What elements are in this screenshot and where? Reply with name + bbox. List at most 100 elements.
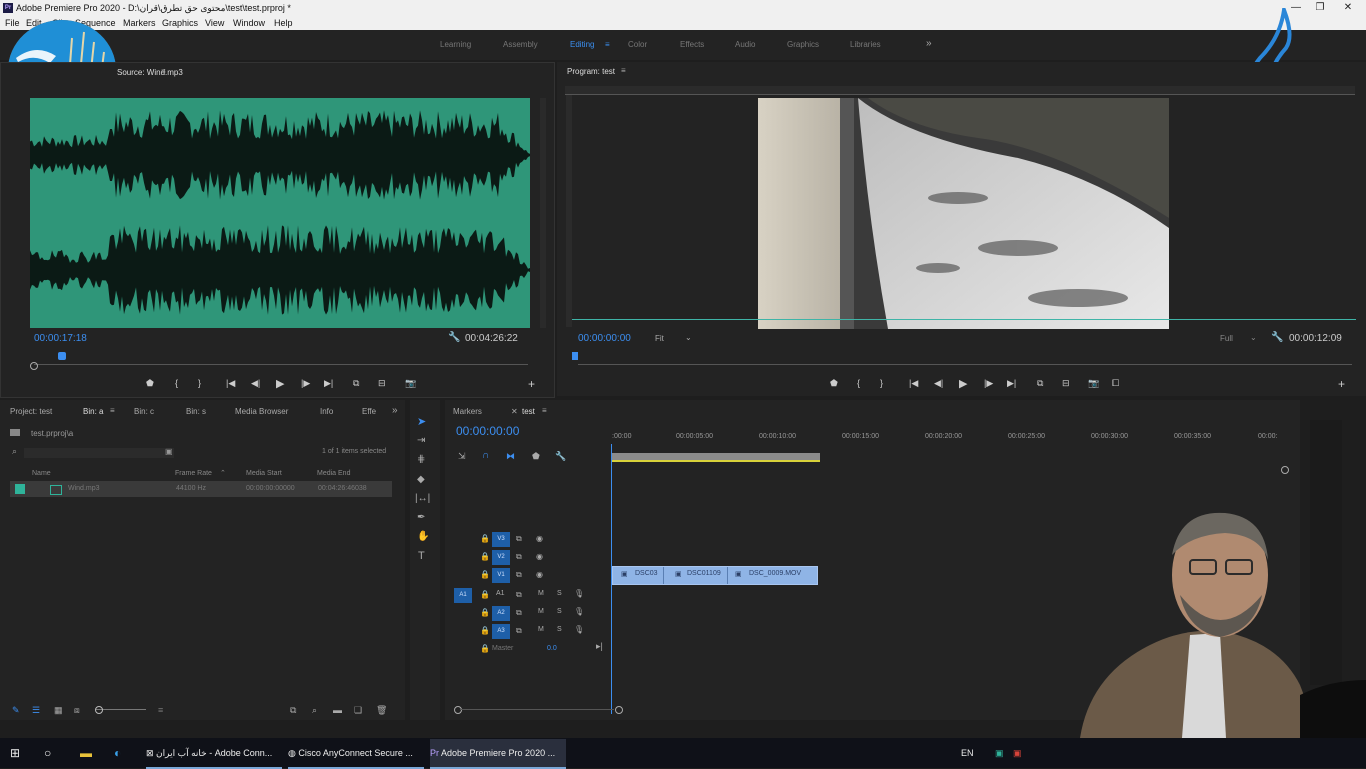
timeline-zoom-left-handle[interactable] (454, 706, 462, 714)
timeline-horizontal-scrollbar[interactable] (460, 709, 614, 710)
insert-icon[interactable]: ⧉ (353, 378, 359, 389)
export-frame-icon[interactable]: 📷 (405, 378, 416, 389)
language-indicator[interactable]: EN (961, 739, 974, 767)
step-forward-icon[interactable]: |▶ (301, 378, 310, 389)
source-playhead[interactable] (58, 352, 66, 360)
sync-lock-icon[interactable]: ⧉ (516, 590, 522, 600)
track-a3[interactable]: A3 (492, 624, 510, 639)
mute-button[interactable]: M (538, 590, 544, 597)
sequence-menu-icon[interactable]: ≡ (542, 406, 547, 415)
menu-view[interactable]: View (205, 18, 224, 28)
sort-chevron-up-icon[interactable]: ⌃ (220, 469, 226, 477)
quality-dropdown[interactable]: Full (1220, 334, 1233, 343)
tab-bin-a[interactable]: Bin: a (83, 407, 103, 416)
mark-in-icon[interactable]: { (175, 378, 178, 388)
program-step-back-icon[interactable]: ◀| (934, 378, 943, 389)
new-item-icon[interactable]: ❏ (354, 705, 362, 716)
source-current-time[interactable]: 00:00:17:18 (34, 333, 87, 344)
track-a1[interactable]: A1 (496, 590, 505, 597)
file-explorer-icon[interactable]: ▬ (80, 739, 92, 767)
track-select-tool-icon[interactable]: ⇥ (417, 435, 425, 446)
track-v1[interactable]: V1 (492, 568, 510, 583)
workspace-effects[interactable]: Effects (680, 40, 704, 49)
column-media-end[interactable]: Media End (317, 470, 350, 477)
settings-wrench-icon[interactable]: 🔧 (1271, 332, 1283, 343)
pencil-icon[interactable]: ✎ (12, 705, 20, 716)
sync-lock-icon[interactable]: ⧉ (516, 626, 522, 636)
program-go-to-out-icon[interactable]: ▶| (1007, 378, 1016, 389)
tab-bin-s[interactable]: Bin: s (186, 407, 206, 416)
icon-view-icon[interactable]: ▦ (54, 705, 63, 716)
lock-icon[interactable]: 🔒 (480, 644, 490, 653)
wrench-icon[interactable]: 🔧 (448, 332, 460, 343)
more-tabs-icon[interactable]: » (392, 405, 398, 416)
trash-icon[interactable]: 🗑 (376, 705, 387, 716)
zoom-slider[interactable] (96, 709, 146, 710)
timeline-settings-icon[interactable]: 🔧 (555, 451, 566, 462)
mute-button[interactable]: M (538, 626, 544, 633)
microphone-icon[interactable]: 🎙 (574, 589, 584, 598)
source-scrollbar[interactable] (540, 98, 546, 328)
source-patch-a1[interactable]: A1 (454, 588, 472, 603)
button-editor-icon[interactable]: + (528, 377, 535, 391)
eye-icon[interactable]: ◉ (536, 552, 543, 561)
lock-icon[interactable]: 🔒 (480, 534, 490, 543)
solo-button[interactable]: S (557, 590, 562, 597)
freeform-view-icon[interactable]: ⧈ (74, 705, 80, 716)
tab-project[interactable]: Project: test (10, 407, 52, 416)
tab-markers[interactable]: Markers (453, 407, 482, 416)
bin-a-menu-icon[interactable]: ≡ (110, 406, 115, 415)
go-to-out-icon[interactable]: ▶| (324, 378, 333, 389)
clip-label[interactable]: DSC03 (635, 570, 658, 577)
program-mark-in-icon[interactable]: { (857, 378, 860, 388)
menu-help[interactable]: Help (274, 18, 293, 28)
zoom-handle[interactable] (30, 362, 38, 370)
edge-browser-icon[interactable]: ◐ (114, 739, 121, 767)
workspace-assembly[interactable]: Assembly (503, 40, 538, 49)
type-tool-icon[interactable]: T (418, 550, 425, 562)
sort-icons-icon[interactable]: ≡ (158, 705, 163, 715)
workspace-learning[interactable]: Learning (440, 40, 471, 49)
panel-menu-icon[interactable]: ≡ (161, 67, 166, 76)
column-frame-rate[interactable]: Frame Rate (175, 470, 212, 477)
fit-dropdown[interactable]: Fit (655, 334, 664, 343)
razor-tool-icon[interactable]: ◆ (417, 474, 425, 485)
sync-lock-icon[interactable]: ⧉ (516, 534, 522, 544)
source-scrub-bar[interactable] (34, 364, 528, 365)
sync-lock-icon[interactable]: ⧉ (516, 570, 522, 580)
automate-to-sequence-icon[interactable]: ⧉ (290, 705, 296, 716)
list-view-icon[interactable]: ☰ (32, 705, 40, 716)
quality-chevron-down-icon[interactable]: ⌄ (1250, 333, 1257, 342)
column-name[interactable]: Name (32, 470, 51, 477)
lock-icon[interactable]: 🔒 (480, 626, 490, 635)
windows-start-icon[interactable]: ⊞ (10, 739, 20, 767)
play-icon[interactable]: ▶ (276, 377, 284, 390)
comparison-view-icon[interactable]: ⧠ (1112, 378, 1119, 389)
search-input[interactable] (24, 448, 174, 458)
more-workspaces-icon[interactable]: » (926, 38, 932, 49)
clip-group[interactable]: ▣ DSC03 ▣ DSC01109 ▣ DSC_0009.MOV (612, 566, 818, 585)
zoom-slider-handle[interactable] (95, 706, 103, 714)
clip-label[interactable]: DSC_0009.MOV (749, 570, 801, 577)
taskbar-adobe-connect[interactable]: ⊠ خانه آب ایران - Adobe Conn... (146, 739, 282, 769)
snap-icon[interactable]: ∩ (482, 450, 489, 461)
menu-markers[interactable]: Markers (123, 18, 156, 28)
program-scrub-bar[interactable] (578, 364, 1352, 365)
go-to-in-icon[interactable]: |◀ (226, 378, 235, 389)
vertical-zoom-handle[interactable] (1281, 466, 1289, 474)
mark-out-icon[interactable]: } (198, 378, 201, 388)
timeline-playhead-time[interactable]: 00:00:00:00 (456, 424, 519, 438)
program-export-frame-icon[interactable]: 📷 (1088, 378, 1099, 389)
lift-icon[interactable]: ⧉ (1037, 378, 1043, 389)
program-monitor-tab[interactable]: Program: test (567, 67, 615, 76)
tab-sequence-test[interactable]: test (522, 407, 535, 416)
workspace-graphics[interactable]: Graphics (787, 40, 819, 49)
track-v2[interactable]: V2 (492, 550, 510, 565)
search-circle-icon[interactable]: ○ (44, 739, 51, 767)
source-monitor-tab[interactable]: Source: Wind.mp3 (117, 68, 183, 77)
solo-button[interactable]: S (557, 608, 562, 615)
clip-label[interactable]: DSC01109 (687, 570, 721, 577)
search-icon[interactable]: ⌕ (12, 446, 17, 457)
tray-antivirus-icon[interactable]: ▣ (1013, 739, 1022, 767)
go-to-end-icon[interactable]: ▸| (596, 641, 603, 652)
